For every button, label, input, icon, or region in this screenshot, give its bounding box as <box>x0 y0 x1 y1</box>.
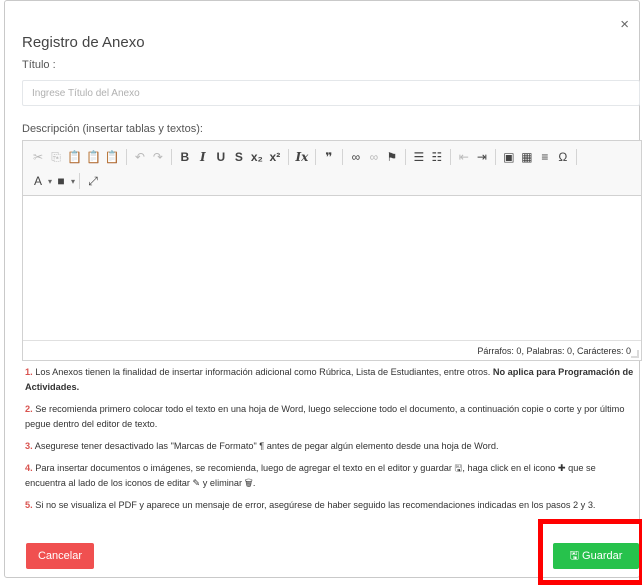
instruction-number: 5. <box>25 500 33 510</box>
toolbar-separator <box>494 149 496 165</box>
indent-icon[interactable]: ⇥ <box>473 147 491 167</box>
instruction-item: 5. Si no se visualiza el PDF y aparece u… <box>25 498 637 513</box>
toolbar-separator <box>449 149 451 165</box>
close-icon[interactable]: × <box>620 17 629 32</box>
redo-icon[interactable]: ↷ <box>149 147 167 167</box>
bg-color-icon[interactable]: ■ <box>52 171 70 191</box>
remove-format-icon[interactable]: Ix <box>293 147 311 167</box>
maximize-icon[interactable]: ⤢ <box>84 171 102 191</box>
editor-toolbar: ✂ ⎘ 📋 📋 📋 ↶ ↷ B I U Sx₂ x² Ix ❞ ∞ ∞ ⚑ ☰ ☷ ⇤ ⇥ ▣ ▦ ≡ Ω A ▾ ■ ▾ ⤢ <box>23 141 641 196</box>
outdent-icon[interactable]: ⇤ <box>455 147 473 167</box>
toolbar-separator <box>170 149 172 165</box>
save-icon: 🖫 <box>569 549 579 562</box>
instruction-item: 1. Los Anexos tienen la finalidad de ins… <box>25 365 637 395</box>
instruction-number: 1. <box>25 367 33 377</box>
titulo-label: Título : <box>22 59 56 71</box>
unlink-icon[interactable]: ∞ <box>365 147 383 167</box>
toolbar-separator <box>314 149 316 165</box>
descripcion-label: Descripción (insertar tablas y textos): <box>22 123 203 135</box>
instruction-number: 2. <box>25 404 33 414</box>
dropdown-arrow-icon[interactable]: ▾ <box>71 177 75 186</box>
horizontal-line-icon[interactable]: ≡ <box>536 147 554 167</box>
instructions-list: 1. Los Anexos tienen la finalidad de ins… <box>25 365 637 520</box>
toolbar-separator <box>79 173 81 189</box>
rich-text-editor: ✂ ⎘ 📋 📋 📋 ↶ ↷ B I U Sx₂ x² Ix ❞ ∞ ∞ ⚑ ☰ ☷ ⇤ ⇥ ▣ ▦ ≡ Ω A ▾ ■ ▾ ⤢ Párr… <box>22 140 642 361</box>
instruction-text: Para insertar documentos o imágenes, se … <box>25 463 596 488</box>
save-label: Guardar <box>582 549 623 562</box>
cut-icon[interactable]: ✂ <box>29 147 47 167</box>
toolbar-separator <box>287 149 289 165</box>
instruction-item: 4. Para insertar documentos o imágenes, … <box>25 461 637 491</box>
instruction-number: 3. <box>25 441 33 451</box>
instruction-text: Asegurese tener desactivado las "Marcas … <box>32 441 499 451</box>
bold-icon[interactable]: B <box>176 147 194 167</box>
modal-title: Registro de Anexo <box>22 34 145 51</box>
resize-grip-icon[interactable] <box>631 350 639 358</box>
undo-icon[interactable]: ↶ <box>131 147 149 167</box>
subscript-icon[interactable]: x₂ <box>248 147 266 167</box>
toolbar-row-1: ✂ ⎘ 📋 📋 📋 ↶ ↷ B I U Sx₂ x² Ix ❞ ∞ ∞ ⚑ ☰ ☷ ⇤ ⇥ ▣ ▦ ≡ Ω <box>29 145 635 169</box>
numbered-list-icon[interactable]: ☰ <box>410 147 428 167</box>
editor-content-area[interactable] <box>23 196 641 340</box>
instruction-number: 4. <box>25 463 33 473</box>
special-char-icon[interactable]: Ω <box>554 147 572 167</box>
registro-anexo-modal: × Registro de Anexo Título : Descripción… <box>4 0 642 578</box>
titulo-input[interactable] <box>22 80 640 106</box>
instruction-item: 3. Asegurese tener desactivado las "Marc… <box>25 439 637 454</box>
paste-word-icon[interactable]: 📋 <box>103 147 122 167</box>
instruction-text: Los Anexos tienen la finalidad de insert… <box>32 367 493 377</box>
instruction-text: Se recomienda primero colocar todo el te… <box>25 404 625 429</box>
toolbar-row-2: A ▾ ■ ▾ ⤢ <box>29 169 635 193</box>
instruction-text: Si no se visualiza el PDF y aparece un m… <box>32 500 596 510</box>
bulleted-list-icon[interactable]: ☷ <box>428 147 446 167</box>
anchor-icon[interactable]: ⚑ <box>383 147 401 167</box>
image-icon[interactable]: ▣ <box>500 147 518 167</box>
superscript-icon[interactable]: x² <box>266 147 284 167</box>
link-icon[interactable]: ∞ <box>347 147 365 167</box>
word-count: Párrafos: 0, Palabras: 0, Carácteres: 0 <box>477 346 631 356</box>
italic-icon[interactable]: I <box>194 147 212 167</box>
copy-icon[interactable]: ⎘ <box>47 147 65 167</box>
paste-icon[interactable]: 📋 <box>65 147 84 167</box>
instruction-item: 2. Se recomienda primero colocar todo el… <box>25 402 637 432</box>
text-color-icon[interactable]: A <box>29 171 47 191</box>
toolbar-separator <box>125 149 127 165</box>
toolbar-separator <box>575 149 577 165</box>
toolbar-separator <box>341 149 343 165</box>
table-icon[interactable]: ▦ <box>518 147 536 167</box>
editor-status-bar: Párrafos: 0, Palabras: 0, Carácteres: 0 <box>23 340 641 360</box>
cancel-button[interactable]: Cancelar <box>26 543 94 569</box>
strike-icon[interactable]: S <box>230 147 248 167</box>
paste-text-icon[interactable]: 📋 <box>84 147 103 167</box>
save-button[interactable]: 🖫 Guardar <box>553 543 639 569</box>
underline-icon[interactable]: U <box>212 147 230 167</box>
toolbar-separator <box>404 149 406 165</box>
blockquote-icon[interactable]: ❞ <box>320 147 338 167</box>
